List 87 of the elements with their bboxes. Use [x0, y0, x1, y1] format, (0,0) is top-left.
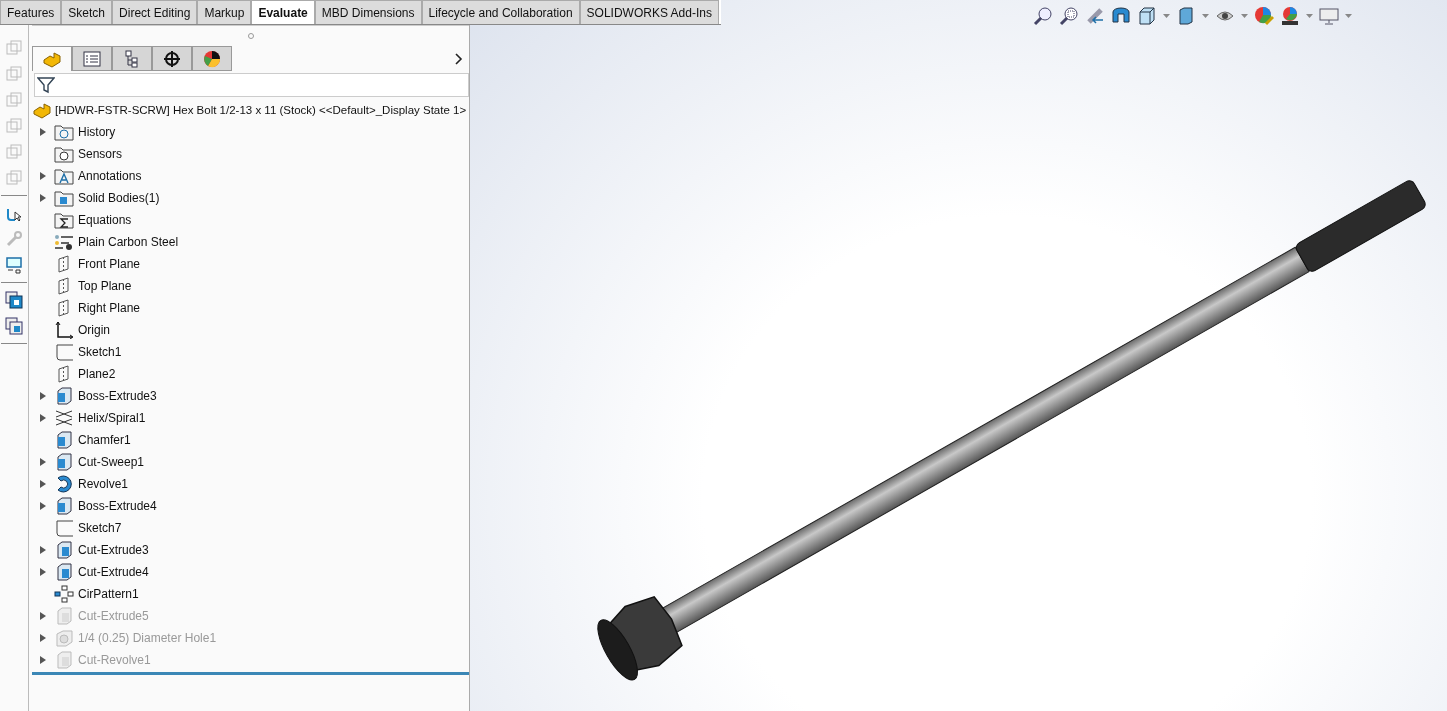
sketch-icon — [54, 343, 74, 361]
caret-icon[interactable] — [1202, 14, 1209, 18]
folder-icon — [54, 145, 74, 163]
tree-item-label[interactable]: Sketch7 — [78, 521, 122, 535]
tree-item-label[interactable]: Cut-Extrude3 — [78, 543, 149, 557]
tree-item-label[interactable]: Cut-Extrude4 — [78, 565, 149, 579]
expand-arrow-icon[interactable] — [40, 568, 46, 576]
list-icon — [83, 50, 101, 67]
expand-arrow-icon[interactable] — [40, 612, 46, 620]
view-cube-icon[interactable] — [1137, 6, 1157, 26]
color-ball-icon — [203, 49, 221, 68]
expand-arrow-icon[interactable] — [40, 502, 46, 510]
chevron-right-icon[interactable] — [455, 52, 463, 65]
command-tab[interactable]: Sketch — [61, 0, 113, 24]
monitor-icon[interactable] — [5, 256, 23, 274]
command-tab[interactable]: MBD Dimensions — [314, 0, 422, 24]
expand-arrow-icon[interactable] — [40, 634, 46, 642]
filter-field[interactable] — [34, 73, 469, 97]
panel-tab[interactable] — [192, 46, 232, 71]
tree-item-label[interactable]: Revolve1 — [78, 477, 129, 491]
extrude-icon — [54, 651, 74, 669]
crosshair-icon — [163, 49, 181, 68]
tree-item-label[interactable]: Front Plane — [78, 257, 141, 271]
expand-arrow-icon[interactable] — [40, 480, 46, 488]
tree-item-label[interactable]: Sketch1 — [78, 345, 122, 359]
extrude-icon — [54, 453, 74, 471]
sketch-icon — [54, 519, 74, 537]
caret-icon[interactable] — [1163, 14, 1170, 18]
material-list-icon — [54, 233, 74, 251]
caret-icon[interactable] — [1345, 14, 1352, 18]
hierarchy-icon — [124, 49, 140, 68]
tree-item-label[interactable]: Chamfer1 — [78, 433, 131, 447]
command-tab[interactable]: SOLIDWORKS Add-Ins — [579, 0, 719, 24]
folder-icon — [54, 123, 74, 141]
zoom-to-fit-icon[interactable] — [1033, 6, 1053, 26]
helix-icon — [54, 409, 74, 427]
caret-icon[interactable] — [1241, 14, 1248, 18]
stacked-windows-icon[interactable] — [5, 317, 23, 335]
tree-item-label[interactable]: Cut-Sweep1 — [78, 455, 145, 469]
hole-icon — [54, 629, 74, 647]
tree-item-label[interactable]: Sensors — [78, 147, 123, 161]
expand-arrow-icon[interactable] — [40, 128, 46, 136]
command-tab[interactable]: Lifecycle and Collaboration — [421, 0, 580, 24]
panel-tab[interactable] — [112, 46, 152, 71]
folder-icon — [54, 189, 74, 207]
extrude-icon — [54, 563, 74, 581]
expand-arrow-icon[interactable] — [40, 656, 46, 664]
panel-tab[interactable] — [152, 46, 192, 71]
tree-root-label[interactable]: [HDWR-FSTR-SCRW] Hex Bolt 1/2-13 x 11 (Stock) <<Default>_Display State 1> — [55, 104, 467, 116]
expand-arrow-icon[interactable] — [40, 414, 46, 422]
expand-arrow-icon[interactable] — [40, 546, 46, 554]
pattern-icon — [54, 585, 74, 603]
folder-icon — [54, 167, 74, 185]
extrude-icon — [54, 431, 74, 449]
expand-arrow-icon[interactable] — [40, 194, 46, 202]
tree-item-label[interactable]: Annotations — [78, 169, 142, 183]
tree-item-label[interactable]: Plain Carbon Steel — [78, 235, 179, 249]
filter-icon — [37, 76, 55, 94]
tree-item-label[interactable]: Solid Bodies(1) — [78, 191, 160, 205]
extrude-icon — [54, 497, 74, 515]
tree-item-label[interactable]: Origin — [78, 323, 110, 337]
caret-icon[interactable] — [1306, 14, 1313, 18]
zoom-area-icon[interactable] — [1059, 6, 1079, 26]
tree-item-label[interactable]: Boss-Extrude3 — [78, 389, 157, 403]
part-icon — [42, 50, 62, 68]
extrude-icon — [54, 541, 74, 559]
command-tab[interactable]: Features — [0, 0, 62, 24]
tree-item-label[interactable]: Helix/Spiral1 — [78, 411, 146, 425]
tree-item-label[interactable]: Right Plane — [78, 301, 141, 315]
expand-arrow-icon[interactable] — [40, 392, 46, 400]
folder-icon — [54, 211, 74, 229]
command-tab[interactable]: Markup — [197, 0, 252, 24]
extrude-icon — [54, 607, 74, 625]
tree-item-label[interactable]: CirPattern1 — [78, 587, 139, 601]
command-tab[interactable]: Evaluate — [251, 0, 315, 24]
stacked-windows-icon[interactable] — [5, 291, 23, 309]
command-tab[interactable]: Direct Editing — [112, 0, 198, 24]
tree-item-label[interactable]: Plane2 — [78, 367, 116, 381]
tree-item-label[interactable]: Boss-Extrude4 — [78, 499, 157, 513]
tree-item-label[interactable]: History — [78, 125, 116, 139]
expand-arrow-icon[interactable] — [40, 458, 46, 466]
part-icon — [32, 101, 52, 119]
tree-item-label[interactable]: Equations — [78, 213, 132, 227]
expand-arrow-icon[interactable] — [40, 172, 46, 180]
tree-item-label[interactable]: Top Plane — [78, 279, 132, 293]
origin-axes-icon — [54, 321, 74, 339]
extrude-icon — [54, 387, 74, 405]
